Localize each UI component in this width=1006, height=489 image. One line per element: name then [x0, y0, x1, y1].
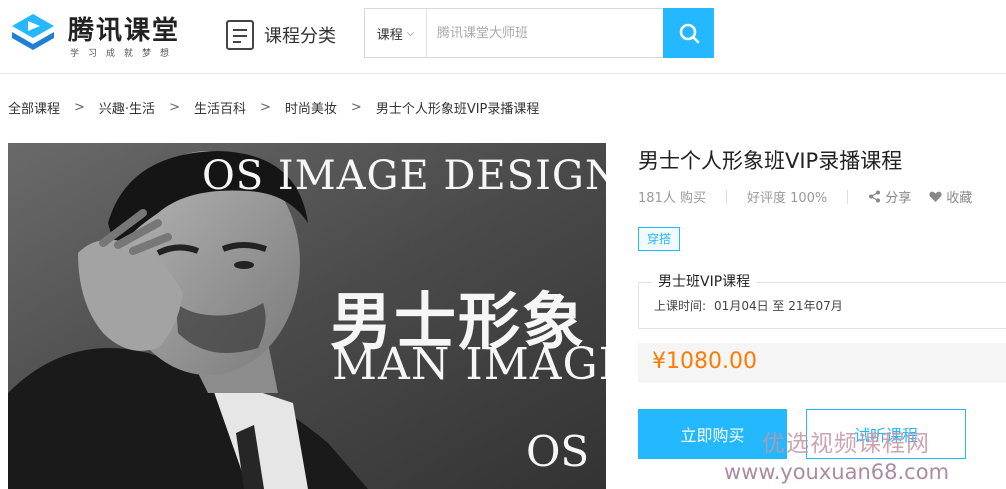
favorite-button[interactable]: 收藏 [929, 187, 972, 206]
search-button[interactable] [663, 8, 714, 58]
course-cover-image: OS IMAGE DESIGN 男士形象 MAN IMAGE OS [8, 143, 606, 489]
top-header: 腾讯课堂 学习成就梦想 课程分类 课程 ⌵ [0, 0, 1006, 74]
chevron-down-icon: ⌵ [406, 27, 415, 39]
logo-play-icon [12, 14, 54, 50]
class-time-label: 上课时间: [654, 299, 707, 313]
logo-text: 腾讯课堂 [68, 16, 181, 46]
breadcrumb-chevron-icon: > [259, 100, 271, 115]
breadcrumb-item-life-encyclopedia[interactable]: 生活百科 [194, 98, 246, 117]
banner-headline-en: OS IMAGE DESIGN [202, 153, 606, 199]
breadcrumb-item-all-courses[interactable]: 全部课程 [8, 98, 60, 117]
share-button[interactable]: 分享 [868, 187, 911, 206]
search-input[interactable] [437, 19, 647, 47]
breadcrumb-chevron-icon: > [350, 100, 362, 115]
favorite-label: 收藏 [946, 191, 973, 206]
trial-lesson-button[interactable]: 试听课程 [806, 409, 966, 459]
banner-brand-mark: OS [526, 427, 590, 476]
class-name: 男士班VIP课程 [652, 271, 757, 291]
course-meta: 181人 购买 好评度 100% 分享 收藏 [638, 187, 972, 206]
rating: 好评度 100% [746, 191, 828, 206]
watermark-url: www.youxuan68.com [724, 460, 950, 484]
breadcrumb-item-interest-life[interactable]: 兴趣·生活 [99, 98, 155, 117]
category-list-icon [226, 20, 254, 50]
course-tag[interactable]: 穿搭 [638, 227, 681, 251]
course-category-button[interactable]: 课程分类 [226, 18, 336, 52]
search-bar: 课程 ⌵ [364, 8, 714, 58]
category-label: 课程分类 [264, 26, 336, 47]
breadcrumb-chevron-icon: > [169, 100, 180, 115]
share-icon [869, 190, 881, 203]
divider [725, 189, 727, 204]
breadcrumb: 全部课程 > 兴趣·生活 > 生活百科 > 时尚美妆 > 男士个人形象班VIP录… [8, 98, 539, 117]
heart-icon [929, 191, 942, 202]
breadcrumb-item-fashion-beauty[interactable]: 时尚美妆 [285, 98, 337, 117]
breadcrumb-chevron-icon: > [74, 100, 85, 115]
logo-slogan: 学习成就梦想 [70, 49, 179, 59]
course-price: ¥1080.00 [652, 349, 757, 374]
buyer-count: 181人 购买 [638, 191, 706, 206]
class-time: 上课时间: 01月04日 至 21年07月 [654, 297, 843, 314]
banner-subheadline: MAN IMAGE [332, 339, 606, 390]
search-type-dropdown[interactable]: 课程 ⌵ [365, 9, 427, 57]
buy-now-button[interactable]: 立即购买 [638, 409, 787, 459]
divider [847, 189, 849, 204]
search-icon [679, 23, 700, 44]
search-type-label: 课程 [376, 27, 403, 43]
class-time-value: 01月04日 至 21年07月 [714, 299, 843, 313]
tencent-classroom-logo[interactable]: 腾讯课堂 学习成就梦想 [8, 6, 198, 60]
breadcrumb-item-current: 男士个人形象班VIP录播课程 [375, 102, 540, 117]
share-label: 分享 [885, 191, 912, 206]
course-title: 男士个人形象班VIP录播课程 [638, 149, 903, 173]
